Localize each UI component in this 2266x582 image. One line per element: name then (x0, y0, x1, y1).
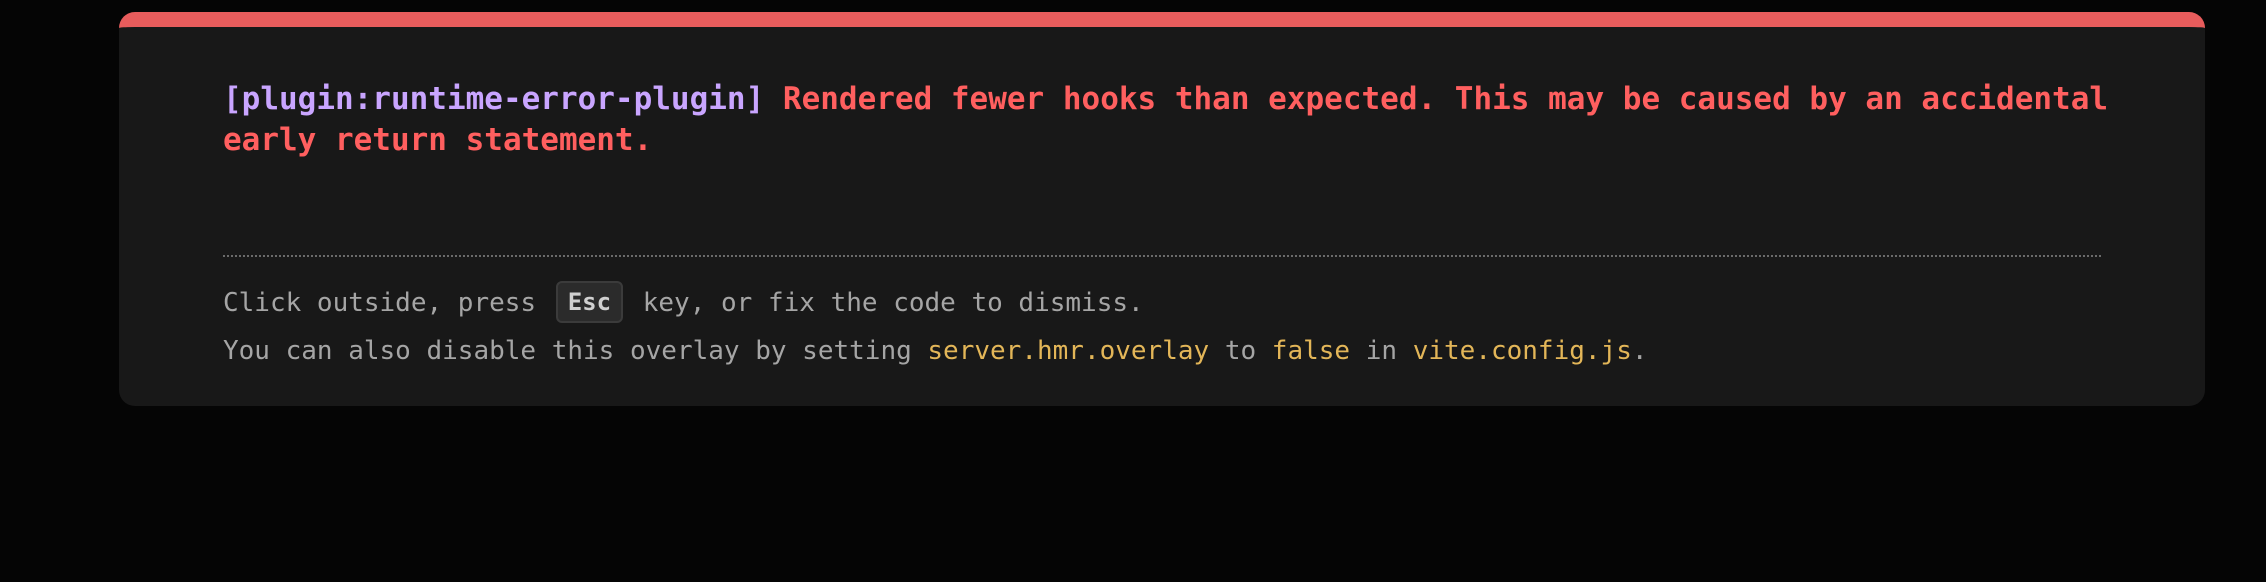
dismiss-tip: Click outside, press Esc key, or fix the… (223, 279, 2123, 375)
divider (223, 255, 2101, 257)
tip-period: . (1631, 336, 1648, 366)
setting-value-code: false (1271, 336, 1351, 366)
tip-text-after-key: key, or fix the code to dismiss. (642, 288, 1144, 318)
tip-in-word: in (1365, 336, 1398, 366)
plugin-tag: [plugin:runtime-error-plugin] (223, 81, 765, 117)
config-file-code: vite.config.js (1412, 336, 1632, 366)
setting-name-code: server.hmr.overlay (927, 336, 1210, 366)
error-message: [plugin:runtime-error-plugin] Rendered f… (223, 79, 2123, 161)
tip-disable-prefix: You can also disable this overlay by set… (223, 336, 912, 366)
esc-key-badge: Esc (555, 280, 624, 323)
tip-to-word: to (1224, 336, 1257, 366)
tip-line-dismiss: Click outside, press Esc key, or fix the… (223, 279, 2123, 327)
tip-text-before-key: Click outside, press (223, 288, 537, 318)
tip-line-disable: You can also disable this overlay by set… (223, 327, 2123, 375)
error-overlay-window: [plugin:runtime-error-plugin] Rendered f… (119, 12, 2205, 406)
